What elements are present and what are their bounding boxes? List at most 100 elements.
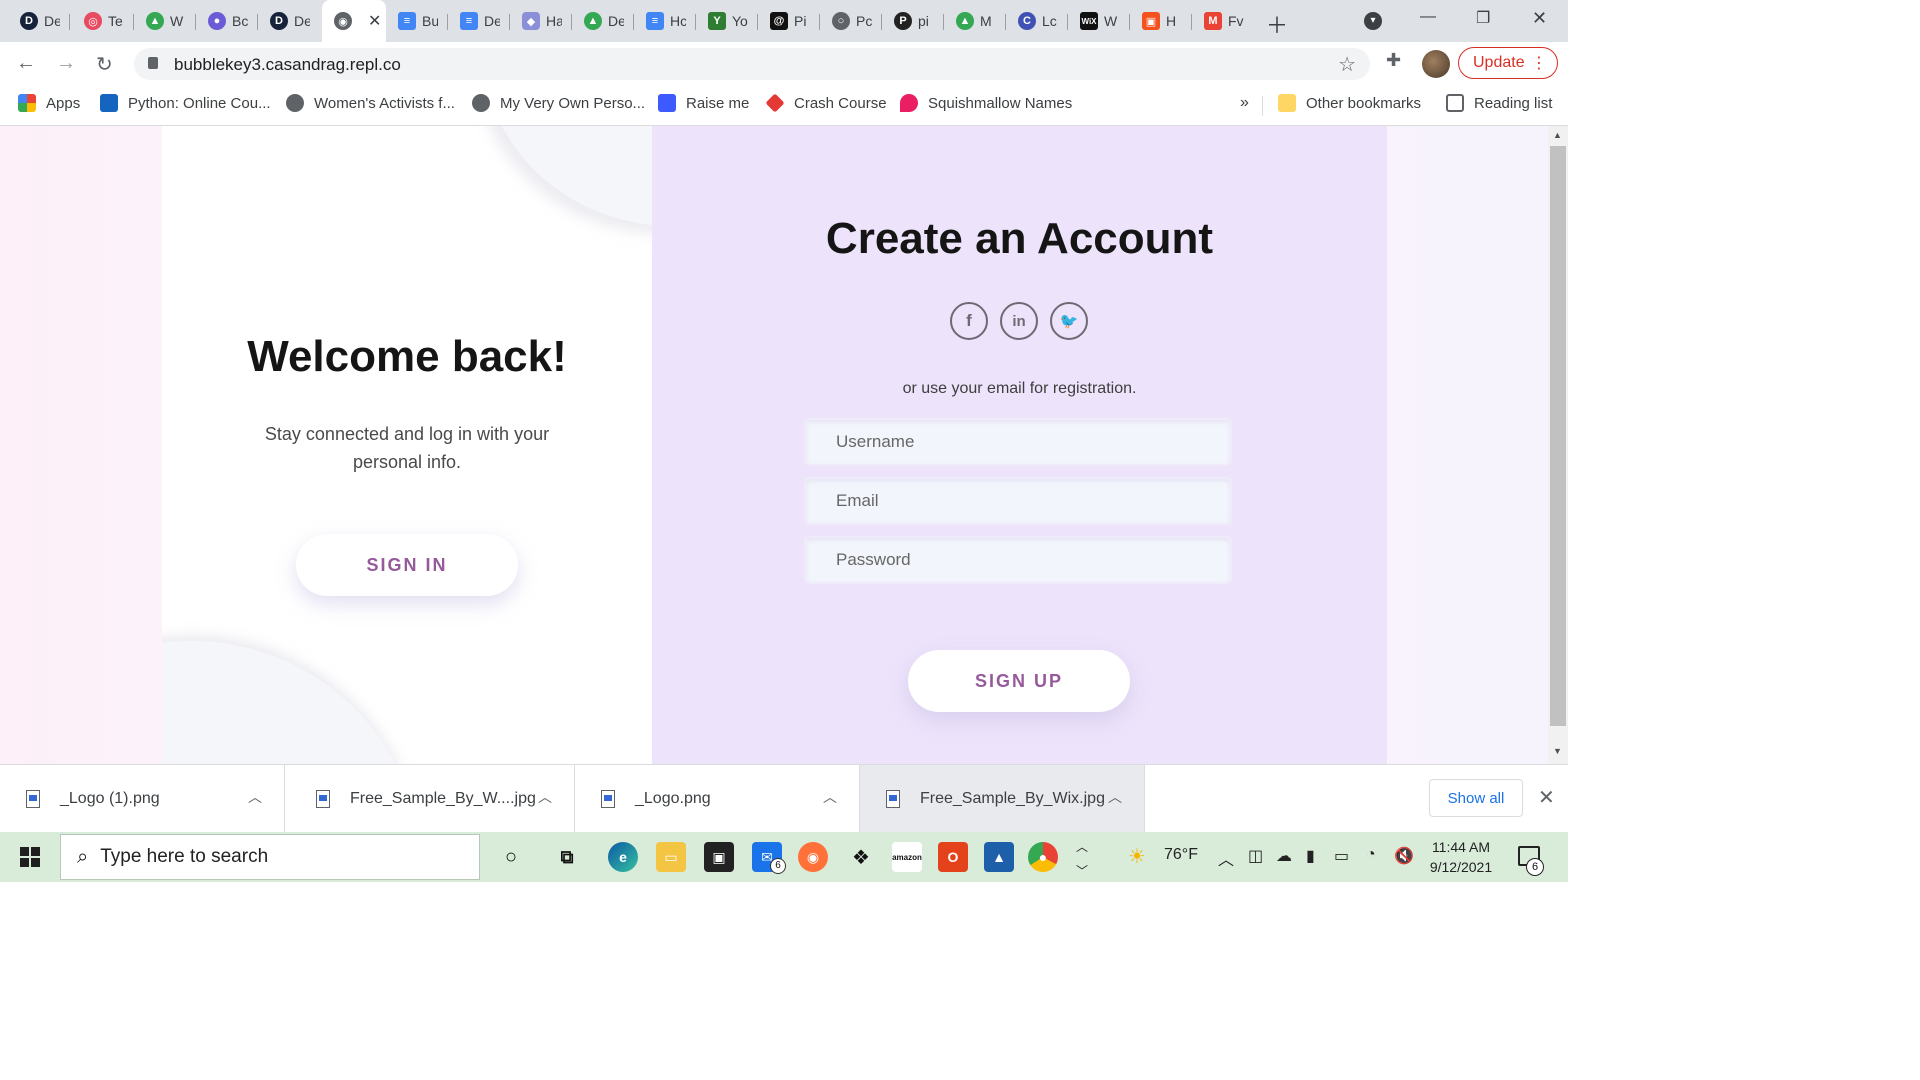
username-field[interactable] — [804, 418, 1232, 466]
browser-tab[interactable]: ≡ De — [448, 6, 510, 36]
photos-icon[interactable]: ▲ — [984, 842, 1014, 872]
bookmarks-bar: Apps Python: Online Cou... Women's Activ… — [0, 86, 1568, 126]
avatar[interactable] — [1422, 50, 1450, 78]
browser-tab-active[interactable]: ◉ ✕ — [322, 0, 386, 42]
update-button[interactable]: Update ⋮ — [1458, 47, 1558, 79]
google-drive-icon: ▲ — [146, 12, 164, 30]
facebook-icon[interactable]: f — [950, 302, 988, 340]
cortana-icon[interactable]: ○ — [496, 842, 526, 872]
meet-icon[interactable]: ◫ — [1248, 846, 1263, 866]
bookmark-apps[interactable]: Apps — [18, 94, 80, 112]
reload-icon[interactable]: ↻ — [96, 52, 113, 77]
browser-tab[interactable]: Y Yo — [696, 6, 758, 36]
new-tab-icon[interactable]: ＋ — [1266, 8, 1288, 40]
browser-tab[interactable]: D De — [8, 6, 70, 36]
more-bookmarks-icon[interactable]: » — [1240, 94, 1249, 112]
tray-overflow-up-icon[interactable]: ︿ — [1076, 838, 1088, 855]
firefox-icon[interactable]: ◉ — [798, 842, 828, 872]
browser-tab[interactable]: ▲ M — [944, 6, 1006, 36]
wifi-icon[interactable]: ◔ — [1366, 846, 1376, 864]
page-scrollbar[interactable]: ▲ ▼ — [1548, 126, 1568, 764]
taskbar-search[interactable]: ⌕ Type here to search — [60, 834, 480, 880]
sign-in-button[interactable]: SIGN IN — [296, 534, 518, 596]
sign-up-button[interactable]: SIGN UP — [908, 650, 1130, 712]
chrome-icon[interactable]: ● — [1028, 842, 1058, 872]
hidden-icons-chevron-icon[interactable]: ︿ — [1218, 846, 1234, 870]
chevron-up-icon[interactable]: ︿ — [823, 787, 837, 807]
chevron-up-icon[interactable]: ︿ — [538, 787, 552, 807]
browser-tab[interactable]: C Lc — [1006, 6, 1068, 36]
bookmark-item[interactable]: Python: Online Cou... — [100, 94, 271, 112]
dropbox-icon[interactable]: ❖ — [846, 842, 876, 872]
twitter-icon[interactable]: 🐦 — [1050, 302, 1088, 340]
tray-overflow-down-icon[interactable]: ﹀ — [1076, 862, 1088, 879]
amazon-icon[interactable]: amazon — [892, 842, 922, 872]
download-item[interactable]: _Logo (1).png ︿ — [0, 765, 285, 833]
download-item[interactable]: _Logo.png ︿ — [575, 765, 860, 833]
weather-temperature[interactable]: 76°F — [1164, 846, 1198, 864]
battery-icon[interactable]: ▭ — [1334, 846, 1349, 866]
browser-tab[interactable]: ◆ Ha — [510, 6, 572, 36]
url-text[interactable]: bubblekey3.casandrag.repl.co — [174, 55, 401, 75]
bookmark-item[interactable]: My Very Own Perso... — [472, 94, 645, 112]
address-bar[interactable]: bubblekey3.casandrag.repl.co ☆ — [134, 48, 1370, 80]
file-explorer-icon[interactable]: ▭ — [656, 842, 686, 872]
browser-tab[interactable]: M Fv — [1192, 6, 1254, 36]
browser-tab[interactable]: ≡ Bu — [386, 6, 448, 36]
browser-tab[interactable]: ● Bc — [196, 6, 258, 36]
browser-tab[interactable]: ◎ Te — [72, 6, 134, 36]
store-icon[interactable]: ▣ — [704, 842, 734, 872]
crash-course-icon — [765, 93, 785, 113]
chevron-up-icon[interactable]: ︿ — [1108, 787, 1122, 807]
clock[interactable]: 11:44 AM 9/12/2021 — [1418, 837, 1504, 877]
forward-icon[interactable]: → — [56, 52, 76, 75]
office-icon[interactable]: O — [938, 842, 968, 872]
bookmark-item[interactable]: Squishmallow Names — [900, 94, 1072, 112]
bookmark-star-icon[interactable]: ☆ — [1338, 52, 1356, 77]
close-icon[interactable]: ✕ — [1538, 785, 1555, 810]
browser-tab[interactable]: @ Pi — [758, 6, 820, 36]
extensions-icon[interactable]: ✚ — [1386, 50, 1401, 71]
volume-muted-icon[interactable]: 🔇 — [1394, 846, 1414, 866]
bookmark-item[interactable]: Raise me — [658, 94, 749, 112]
download-item[interactable]: Free_Sample_By_W....jpg ︿ — [290, 765, 575, 833]
download-item[interactable]: Free_Sample_By_Wix.jpg ︿ — [860, 765, 1145, 833]
scroll-down-icon[interactable]: ▼ — [1553, 746, 1562, 756]
browser-tab[interactable]: WiX W — [1068, 6, 1130, 36]
minimize-icon[interactable]: — — [1420, 8, 1436, 26]
windows-start-icon[interactable] — [20, 847, 40, 867]
task-view-icon[interactable]: ⧉ — [552, 842, 582, 872]
chevron-up-icon[interactable]: ︿ — [248, 787, 262, 807]
browser-tab[interactable]: P pi — [882, 6, 944, 36]
browser-tab[interactable]: ▣ H — [1130, 6, 1192, 36]
other-bookmarks[interactable]: Other bookmarks — [1278, 94, 1421, 112]
close-tab-icon[interactable]: ✕ — [368, 11, 381, 31]
image-file-icon — [886, 790, 900, 808]
onedrive-icon[interactable]: ☁ — [1276, 846, 1292, 866]
edge-icon[interactable]: e — [608, 842, 638, 872]
scroll-up-icon[interactable]: ▲ — [1553, 130, 1562, 140]
scrollbar-thumb[interactable] — [1550, 146, 1566, 726]
browser-tab[interactable]: ≡ Hc — [634, 6, 696, 36]
bookmark-item[interactable]: Crash Course — [765, 93, 887, 113]
close-window-icon[interactable]: ✕ — [1532, 8, 1547, 29]
browser-tab[interactable]: D De — [258, 6, 320, 36]
back-icon[interactable]: ← — [16, 52, 36, 75]
lock-icon[interactable] — [148, 57, 158, 69]
password-field[interactable] — [804, 536, 1232, 584]
weather-icon[interactable]: ☀ — [1128, 844, 1146, 869]
restore-icon[interactable]: ❐ — [1476, 8, 1490, 28]
linkedin-icon[interactable]: in — [1000, 302, 1038, 340]
decorative-bubble — [162, 641, 422, 764]
google-docs-icon: ≡ — [646, 12, 664, 30]
browser-tab[interactable]: ○ Pc — [820, 6, 882, 36]
gmail-icon: M — [1204, 12, 1222, 30]
show-all-button[interactable]: Show all — [1429, 779, 1523, 817]
browser-tab[interactable]: ▲ W — [134, 6, 196, 36]
reading-list[interactable]: Reading list — [1446, 94, 1552, 112]
browser-tab[interactable]: ▲ De — [572, 6, 634, 36]
bookmark-item[interactable]: Women's Activists f... — [286, 94, 455, 112]
tab-search-icon[interactable]: ▾ — [1364, 12, 1382, 30]
email-field[interactable] — [804, 477, 1232, 525]
microphone-icon[interactable]: ▮ — [1306, 846, 1315, 866]
